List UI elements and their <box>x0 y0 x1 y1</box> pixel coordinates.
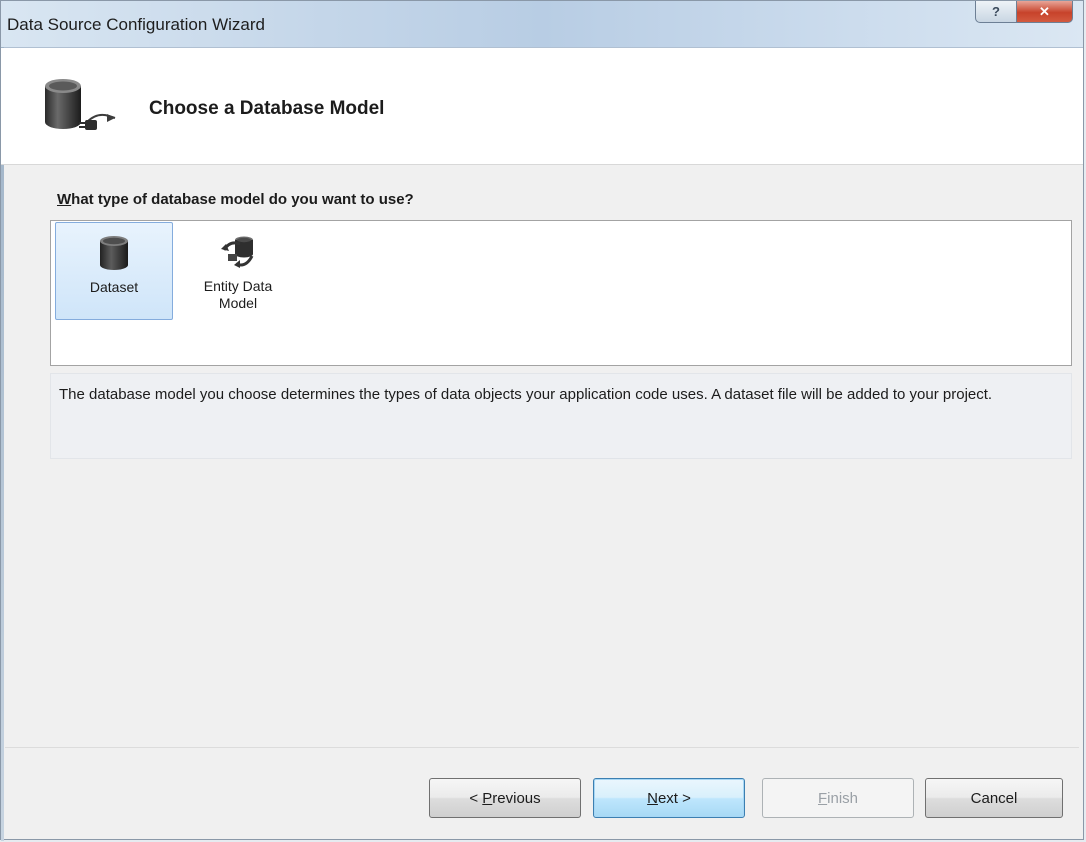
model-description: The database model you choose determines… <box>50 373 1072 459</box>
list-item-dataset[interactable]: Dataset <box>55 222 173 320</box>
database-icon <box>100 236 128 270</box>
model-type-prompt: What type of database model do you want … <box>57 191 414 208</box>
window-title: Data Source Configuration Wizard <box>7 15 265 34</box>
prompt-text: hat type of database model do you want t… <box>71 191 414 208</box>
finish-access-key: F <box>817 789 828 807</box>
list-item-label: Dataset <box>89 279 139 295</box>
previous-button[interactable]: < Previous <box>429 778 581 818</box>
title-bar[interactable]: Data Source Configuration Wizard ? ✕ <box>1 1 1083 48</box>
entity-data-model-icon <box>221 236 254 268</box>
wizard-header: Choose a Database Model <box>1 48 1083 165</box>
previous-label: revious <box>492 789 541 807</box>
next-button[interactable]: Next > <box>593 778 745 818</box>
previous-prefix: < <box>469 789 483 807</box>
wizard-window: Data Source Configuration Wizard ? ✕ Cho… <box>0 0 1084 841</box>
page-title: Choose a Database Model <box>149 98 385 119</box>
list-item-entity-data-model[interactable]: Entity Data Model <box>179 222 297 320</box>
prompt-access-key: W <box>57 191 72 208</box>
footer-divider <box>5 747 1079 748</box>
model-type-list[interactable]: Dataset Entity Data Model <box>50 220 1072 366</box>
window-left-border <box>1 47 4 841</box>
next-label: ext > <box>657 789 691 807</box>
database-connect-icon <box>45 79 116 130</box>
close-button[interactable]: ✕ <box>1017 1 1073 23</box>
previous-access-key: P <box>482 789 493 807</box>
finish-label: inish <box>827 789 859 807</box>
list-item-label: Entity Data Model <box>203 278 273 311</box>
next-access-key: N <box>647 789 658 807</box>
window-controls: ? ✕ <box>975 1 1073 25</box>
finish-button[interactable]: Finish <box>762 778 914 818</box>
help-button[interactable]: ? <box>975 1 1017 23</box>
cancel-button[interactable]: Cancel <box>925 778 1063 818</box>
